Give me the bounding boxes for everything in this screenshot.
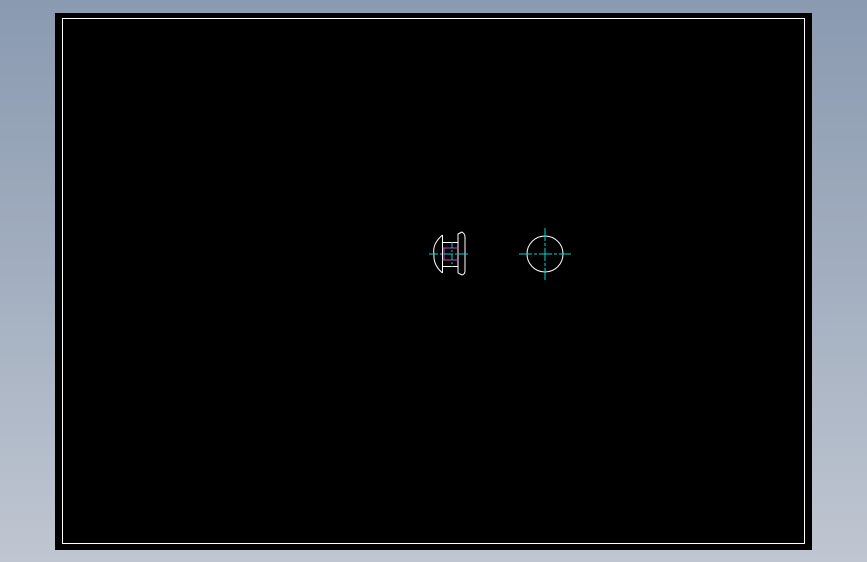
cad-drawing-canvas (62, 18, 805, 544)
drawing-sheet[interactable] (55, 13, 812, 550)
end-view[interactable] (519, 228, 571, 280)
viewport-background: { "drawing": { "background_color": "#000… (0, 0, 867, 562)
side-view[interactable] (429, 231, 469, 276)
drawing-border (62, 18, 805, 544)
